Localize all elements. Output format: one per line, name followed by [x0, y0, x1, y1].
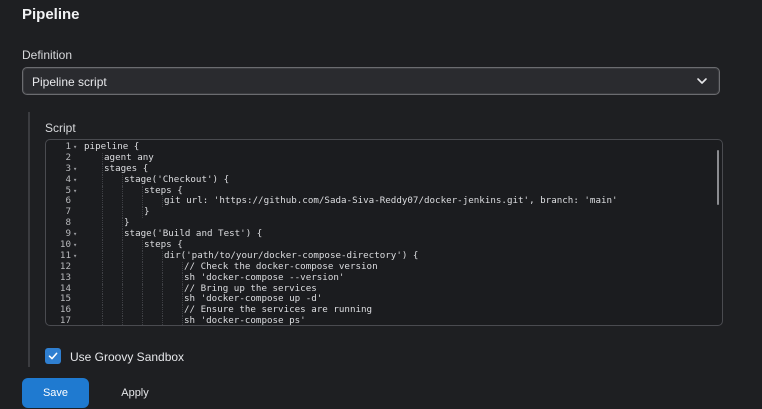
indent-guide: [122, 283, 124, 295]
indent-guide: [102, 229, 104, 241]
code-lines: 1 ▾ pipeline {2 agent any 3 ▾ stages {4 ▾ stage(…: [46, 141, 722, 326]
code-line[interactable]: 14// Bring up the services: [46, 283, 722, 295]
save-button[interactable]: Save: [22, 378, 89, 408]
indent-guide: [102, 272, 104, 284]
indent-guide: [162, 261, 164, 273]
code-line[interactable]: 12// Check the docker-compose version: [46, 261, 722, 273]
fold-arrow-icon[interactable]: ▾: [73, 142, 81, 153]
indent-guide: [122, 185, 124, 197]
code-line[interactable]: 4 ▾ stage('Checkout') {: [46, 173, 722, 186]
indent-guide: [102, 294, 104, 306]
indent-guide: [142, 250, 144, 262]
code-line[interactable]: 17 sh 'docker-compose ps': [46, 315, 722, 326]
line-number: 17: [59, 315, 71, 326]
indent-guide: [162, 283, 164, 295]
definition-label: Definition: [22, 48, 73, 62]
definition-select-value: Pipeline script: [32, 75, 107, 89]
indent-guide: [162, 294, 164, 306]
code-text: sh 'docker-compose ps': [184, 315, 306, 326]
indent-guide: [122, 261, 124, 273]
pipeline-config-page: Pipeline Definition Pipeline script Scri…: [0, 0, 762, 409]
code-line[interactable]: 13 sh 'docker-compose --version': [46, 271, 722, 284]
section-title: Pipeline: [22, 6, 80, 23]
indent-guide: [122, 250, 124, 262]
code-line[interactable]: 11 ▾ dir('path/to/your/docker-compose-dire…: [46, 250, 722, 262]
code-line[interactable]: 15 sh 'docker-compose up -d': [46, 294, 722, 306]
indent-guide: [122, 196, 124, 208]
indent-guide: [102, 174, 104, 186]
editor-scrollbar[interactable]: [717, 150, 719, 205]
definition-select[interactable]: Pipeline script: [22, 67, 720, 95]
code-line[interactable]: 7}: [46, 206, 722, 219]
groovy-sandbox-checkbox[interactable]: [45, 348, 61, 364]
check-icon: [48, 352, 58, 360]
indent-guide: [102, 240, 104, 251]
fold-arrow-icon[interactable]: ▾: [73, 229, 81, 240]
chevron-down-icon: [697, 78, 707, 84]
indent-guide: [102, 218, 104, 230]
indent-guide: [122, 240, 124, 251]
indent-guide: [122, 305, 124, 317]
indent-guide: [102, 207, 104, 219]
indent-guide: [142, 294, 144, 306]
fold-arrow-icon[interactable]: ▾: [73, 240, 81, 251]
indent-guide: [122, 316, 124, 325]
indent-guide: [162, 305, 164, 317]
fold-arrow-icon[interactable]: ▾: [73, 175, 81, 186]
indent-guide: [102, 196, 104, 208]
code-text: }: [144, 206, 150, 218]
indent-guide: [142, 272, 144, 284]
line-number: 13: [59, 271, 71, 283]
indent-guide: [162, 316, 164, 325]
indent-guide: [102, 316, 104, 325]
script-group-divider: [28, 112, 30, 367]
indent-guide: [142, 283, 144, 295]
fold-arrow-icon[interactable]: ▾: [73, 186, 81, 197]
groovy-sandbox-label: Use Groovy Sandbox: [70, 350, 185, 364]
indent-guide: [122, 272, 124, 284]
indent-guide: [102, 283, 104, 295]
code-line[interactable]: 16// Ensure the services are running: [46, 304, 722, 317]
indent-guide: [102, 261, 104, 273]
indent-guide: [102, 305, 104, 317]
indent-guide: [102, 185, 104, 197]
line-number: 4: [65, 173, 71, 185]
indent-guide: [102, 250, 104, 262]
indent-guide: [142, 261, 144, 273]
apply-button[interactable]: Apply: [103, 378, 167, 408]
fold-arrow-icon[interactable]: ▾: [73, 251, 81, 262]
code-text: git url: 'https://github.com/Sada-Siva-R…: [164, 195, 618, 207]
indent-guide: [142, 316, 144, 325]
fold-arrow-icon[interactable]: ▾: [73, 164, 81, 175]
indent-guide: [122, 294, 124, 306]
indent-guide: [142, 305, 144, 317]
code-text: stage('Checkout') {: [124, 173, 230, 185]
script-label: Script: [45, 121, 76, 135]
code-text: sh 'docker-compose --version': [184, 271, 345, 283]
script-editor[interactable]: 1 ▾ pipeline {2 agent any 3 ▾ stages {4 ▾ stage(…: [45, 139, 723, 326]
indent-guide: [162, 272, 164, 284]
